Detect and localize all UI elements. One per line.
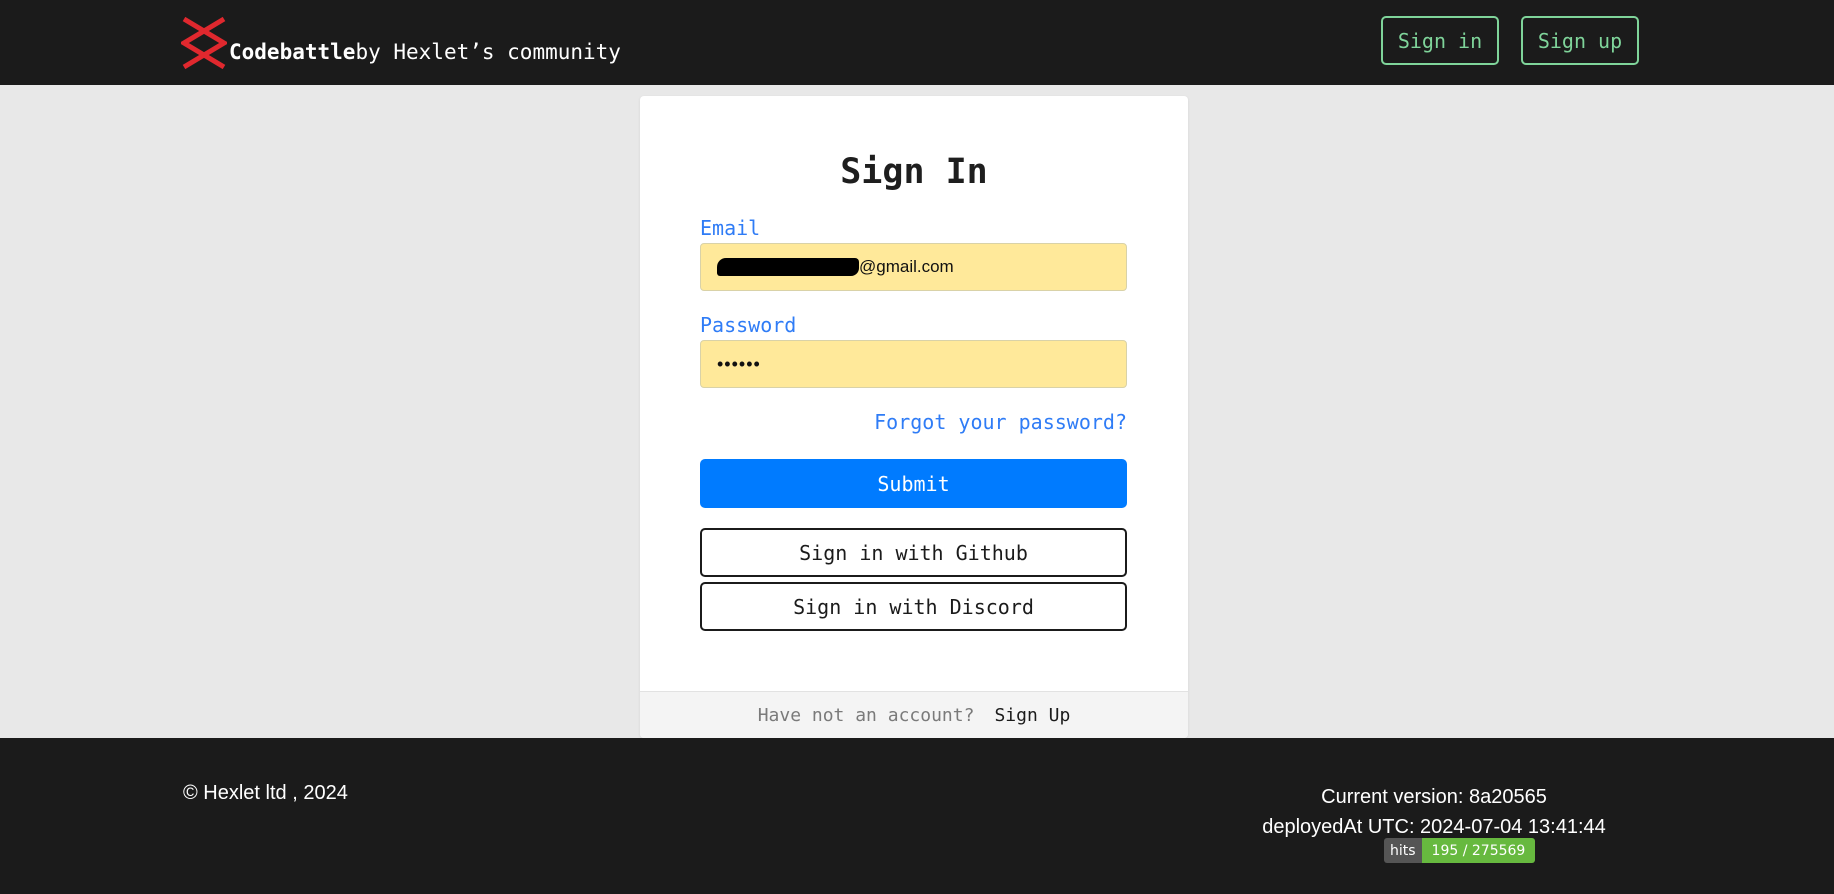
hits-badge-label: hits: [1384, 838, 1422, 863]
password-field-value: ••••••: [717, 353, 761, 374]
nav-sign-in-button[interactable]: Sign in: [1381, 16, 1499, 65]
redacted-email-prefix: [717, 258, 859, 276]
email-label: Email: [700, 216, 761, 240]
card-footer: Have not an account? Sign Up: [640, 691, 1188, 738]
copyright-text: © Hexlet ltd , 2024: [183, 782, 348, 804]
no-account-text: Have not an account?: [757, 704, 975, 726]
password-field[interactable]: ••••••: [700, 340, 1127, 388]
page-footer: © Hexlet ltd , 2024 Current version: 8a2…: [0, 738, 1834, 894]
codebattle-logo-icon: [181, 16, 227, 70]
nav-sign-up-button[interactable]: Sign up: [1521, 16, 1639, 65]
page-title: Sign In: [840, 152, 988, 192]
sign-in-card: Sign In Email @gmail.com Password ••••••…: [640, 96, 1188, 738]
email-field-value: @gmail.com: [859, 257, 954, 276]
brand-name: Codebattle: [229, 40, 356, 64]
version-info: Current version: 8a20565 deployedAt UTC:…: [1224, 782, 1644, 842]
footer-sign-up-link[interactable]: Sign Up: [994, 705, 1070, 726]
forgot-password-link[interactable]: Forgot your password?: [874, 410, 1127, 434]
current-version-text: Current version: 8a20565: [1321, 786, 1547, 808]
hits-badge[interactable]: hits 195 / 275569: [1384, 838, 1536, 863]
submit-button[interactable]: Submit: [700, 459, 1127, 508]
github-sign-in-button[interactable]: Sign in with Github: [700, 528, 1127, 577]
brand-tagline: by Hexlet’s community: [355, 40, 621, 64]
top-navbar: Codebattle by Hexlet’s community Sign in…: [0, 0, 1834, 85]
email-field[interactable]: @gmail.com: [700, 243, 1127, 291]
hits-badge-value: 195 / 275569: [1421, 838, 1536, 863]
password-label: Password: [700, 313, 797, 337]
discord-sign-in-button[interactable]: Sign in with Discord: [700, 582, 1127, 631]
brand-link[interactable]: Codebattle by Hexlet’s community: [181, 16, 621, 70]
